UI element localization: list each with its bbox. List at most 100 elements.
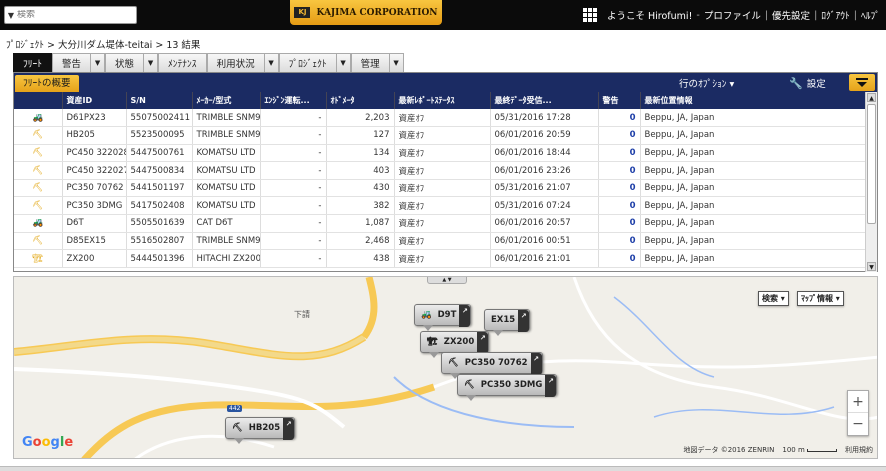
chevron-down-icon[interactable]: ▼ bbox=[264, 53, 279, 72]
table-row[interactable]: ⛏ PC450 322028 5447500761 KOMATSU LTD -134 資産… bbox=[14, 144, 865, 163]
brand-logo[interactable]: KJ KAJIMA CORPORATION bbox=[290, 0, 442, 25]
chevron-down-icon[interactable]: ▼ bbox=[144, 53, 159, 72]
scroll-down-icon[interactable]: ▼ bbox=[867, 262, 876, 271]
cell-warn[interactable]: 0 bbox=[598, 232, 641, 251]
cell-sn: 5447500761 bbox=[126, 144, 193, 163]
marker-arrow-icon[interactable]: ↗ bbox=[283, 418, 295, 440]
marker-arrow-icon[interactable]: ↗ bbox=[477, 332, 489, 354]
table-row[interactable]: ⛏ PC350 70762 5441501197 KOMATSU LTD -430 資産ｵ… bbox=[14, 179, 865, 198]
bottom-scrollbar[interactable] bbox=[0, 466, 886, 471]
tab-project[interactable]: ﾌﾟﾛｼﾞｪｸﾄ bbox=[278, 53, 337, 72]
marker-arrow-icon[interactable]: ↗ bbox=[518, 310, 530, 332]
table-row[interactable]: ⛏ D85EX15 5516502807 TRIMBLE SNM94-2,468 資産ｵ… bbox=[14, 232, 865, 251]
cell-status: 資産ｵﾌ bbox=[394, 249, 491, 268]
cell-warn[interactable]: 0 bbox=[598, 196, 641, 216]
cell-engine: - bbox=[260, 109, 327, 128]
table-row[interactable]: ⛏ PC350 3DMG 5417502408 KOMATSU LTD -382 資産ｵﾌ… bbox=[14, 196, 865, 216]
column-header[interactable] bbox=[14, 92, 63, 109]
column-header[interactable]: ﾒｰｶｰ/型式 bbox=[192, 92, 261, 109]
breadcrumb[interactable]: ﾌﾟﾛｼﾞｪｸﾄ > 大分川ダム堤体-teitai > 13 結果 bbox=[6, 37, 200, 51]
profile-link[interactable]: プロファイル bbox=[704, 8, 761, 22]
zoom-out-button[interactable]: − bbox=[848, 413, 868, 435]
tab-status[interactable]: 状態 bbox=[105, 53, 145, 72]
help-link[interactable]: ﾍﾙﾌﾟ bbox=[861, 8, 880, 22]
scroll-up-icon[interactable]: ▲ bbox=[867, 93, 876, 102]
cell-sn: 5505501639 bbox=[126, 214, 193, 233]
table-row[interactable]: 🏗 ZX200 5444501396 HITACHI ZX200-438 資産ｵﾌ 06/… bbox=[14, 249, 865, 268]
map-marker-pc350-70762[interactable]: ⛏ PC350 70762 ↗ bbox=[441, 352, 543, 379]
chevron-down-icon[interactable]: ▼ bbox=[389, 53, 404, 72]
cell-warn[interactable]: 0 bbox=[598, 126, 641, 145]
cell-odo: 2,203 bbox=[326, 109, 395, 128]
column-header[interactable]: S/N bbox=[126, 92, 193, 109]
settings-button[interactable]: 🔧 設定 bbox=[789, 76, 826, 91]
cell-id[interactable]: PC350 3DMG bbox=[62, 196, 127, 216]
column-header[interactable]: ｵﾄﾞﾒｰﾀ bbox=[326, 92, 395, 109]
zoom-in-button[interactable]: + bbox=[848, 391, 868, 413]
chevron-down-icon[interactable]: ▼ bbox=[91, 53, 106, 72]
map-marker-zx200[interactable]: 🏗 ZX200 ↗ bbox=[420, 331, 490, 358]
tab-fleet[interactable]: ﾌﾘｰﾄ bbox=[13, 53, 53, 72]
app-grid-icon[interactable] bbox=[583, 8, 597, 22]
table-row[interactable]: 🚜 D61PX23 55075002411 TRIMBLE SNM94-2,203 資産… bbox=[14, 109, 865, 128]
map-marker-d9t[interactable]: 🚜 D9T ↗ bbox=[414, 304, 472, 331]
map-resize-handle[interactable]: ▲ ▼ bbox=[427, 277, 467, 284]
cell-id[interactable]: HB205 bbox=[62, 126, 127, 145]
panel-header: ﾌﾘｰﾄの概要 行のｵﾌﾟｼｮﾝ ▾ 🔧 設定 bbox=[14, 73, 877, 92]
column-header[interactable]: 資産ID bbox=[62, 92, 127, 109]
fleet-overview-tab[interactable]: ﾌﾘｰﾄの概要 bbox=[15, 75, 79, 92]
chevron-down-icon[interactable]: ▼ bbox=[336, 53, 351, 72]
search-scope-dropdown-icon[interactable]: ▼ bbox=[5, 11, 17, 20]
tab-maintenance[interactable]: ﾒﾝﾃﾅﾝｽ bbox=[158, 53, 207, 72]
preferences-link[interactable]: 優先設定 bbox=[772, 8, 810, 22]
map-marker-pc350-3dmg[interactable]: ⛏ PC350 3DMG ↗ bbox=[457, 374, 558, 401]
cell-warn[interactable]: 0 bbox=[598, 179, 641, 198]
table-row[interactable]: 🚜 D6T 5505501639 CAT D6T -1,087 資産ｵﾌ 06/01/201… bbox=[14, 214, 865, 233]
filter-menu-button[interactable] bbox=[849, 74, 875, 91]
cell-warn[interactable]: 0 bbox=[598, 161, 641, 180]
logout-link[interactable]: ﾛｸﾞｱｳﾄ bbox=[821, 8, 850, 22]
cell-id[interactable]: D61PX23 bbox=[62, 109, 127, 128]
map-view[interactable]: ▲ ▼ 下請 442 検索 ▾ ﾏｯﾌﾟ情報 ▾ EX15 ↗ 🚜 D9T ↗ 🏗 ZX… bbox=[13, 276, 878, 459]
cell-maker: TRIMBLE SNM94 bbox=[192, 126, 261, 145]
cell-warn[interactable]: 0 bbox=[598, 109, 641, 128]
cell-id[interactable]: PC450 322028 bbox=[62, 144, 127, 163]
terms-link[interactable]: 利用規約 bbox=[845, 445, 873, 455]
marker-arrow-icon[interactable]: ↗ bbox=[459, 305, 471, 327]
column-header[interactable]: ｴﾝｼﾞﾝ運転... bbox=[260, 92, 327, 109]
cell-id[interactable]: ZX200 bbox=[62, 249, 127, 268]
cell-id[interactable]: PC450 322027 bbox=[62, 161, 127, 180]
cell-id[interactable]: D6T bbox=[62, 214, 127, 233]
cell-id[interactable]: D85EX15 bbox=[62, 232, 127, 251]
cell-received: 06/01/2016 20:57 bbox=[490, 214, 599, 233]
cell-engine: - bbox=[260, 232, 327, 251]
tab-alerts[interactable]: 警告 bbox=[52, 53, 92, 72]
column-header[interactable]: 最新位置情報 bbox=[640, 92, 865, 109]
column-header[interactable]: 警告 bbox=[598, 92, 641, 109]
cell-warn[interactable]: 0 bbox=[598, 249, 641, 268]
column-header[interactable]: 最終ﾃﾞｰﾀ受信... bbox=[490, 92, 599, 109]
cell-warn[interactable]: 0 bbox=[598, 214, 641, 233]
tab-admin[interactable]: 管理 bbox=[350, 53, 390, 72]
search-input[interactable] bbox=[17, 10, 127, 20]
map-marker-hb205[interactable]: ⛏ HB205 ↗ bbox=[225, 417, 296, 444]
cell-status: 資産ｵﾌ bbox=[394, 109, 491, 128]
search-box[interactable]: ▼ bbox=[4, 6, 137, 24]
welcome-text: ようこそ Hirofumi! bbox=[607, 11, 693, 22]
scroll-thumb[interactable] bbox=[867, 104, 876, 224]
marker-arrow-icon[interactable]: ↗ bbox=[545, 375, 557, 397]
column-header[interactable]: 最新ﾚﾎﾟｰﾄｽﾃｰﾀｽ bbox=[394, 92, 491, 109]
table-row[interactable]: ⛏ PC450 322027 5447500834 KOMATSU LTD -403 資産… bbox=[14, 161, 865, 180]
vertical-scrollbar[interactable]: ▲ ▼ bbox=[865, 92, 877, 272]
brand-name: KAJIMA CORPORATION bbox=[316, 7, 438, 18]
cell-id[interactable]: PC350 70762 bbox=[62, 179, 127, 198]
map-search-button[interactable]: 検索 ▾ bbox=[758, 291, 789, 306]
map-info-button[interactable]: ﾏｯﾌﾟ情報 ▾ bbox=[797, 291, 844, 306]
separator: | bbox=[814, 9, 818, 21]
table-row[interactable]: ⛏ HB205 5523500095 TRIMBLE SNM94-127 資産ｵﾌ 06/… bbox=[14, 126, 865, 145]
cell-warn[interactable]: 0 bbox=[598, 144, 641, 163]
row-options-menu[interactable]: 行のｵﾌﾟｼｮﾝ ▾ bbox=[679, 76, 734, 90]
map-marker-ex15[interactable]: EX15 ↗ bbox=[484, 309, 531, 336]
tab-utilization[interactable]: 利用状況 bbox=[206, 53, 265, 72]
marker-arrow-icon[interactable]: ↗ bbox=[530, 353, 542, 375]
